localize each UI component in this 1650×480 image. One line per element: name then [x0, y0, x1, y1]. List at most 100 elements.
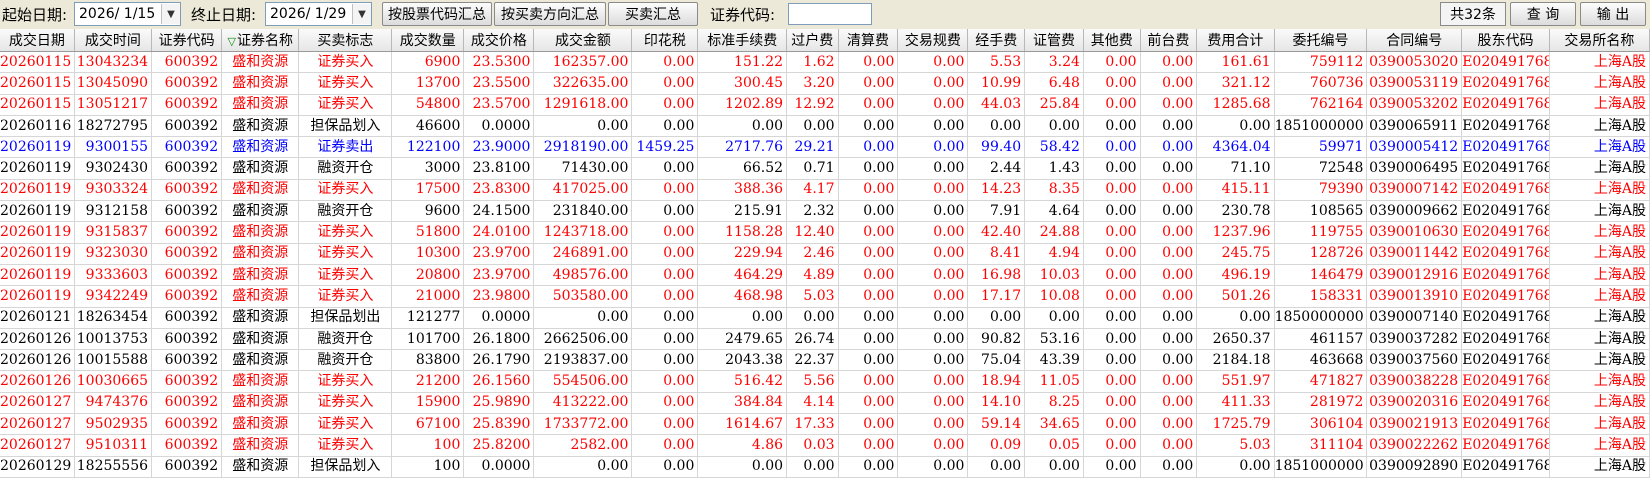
table-cell: 0390006495 — [1366, 157, 1463, 180]
table-row[interactable]: 20260129 18255556 600392 盛和资源 担保品划入 100 0.0000… — [0, 456, 1650, 478]
security-code-input[interactable] — [788, 3, 872, 25]
column-header[interactable]: 成交数量 — [391, 29, 465, 52]
table-row[interactable]: 20260119 9302430 600392 盛和资源 融资开仓 3000 23.8100… — [0, 157, 1650, 180]
table-cell: 417025.00 — [533, 179, 633, 202]
column-header[interactable]: 证管费 — [1024, 29, 1084, 52]
trade-summary-button[interactable]: 买卖汇总 — [608, 2, 698, 26]
table-cell: E020491768 — [1461, 94, 1550, 116]
table-row[interactable]: 20260119 9315837 600392 盛和资源 证券买入 51800 24.010… — [0, 221, 1650, 244]
table-row[interactable]: 20260127 9502935 600392 盛和资源 证券买入 67100 25.839… — [0, 413, 1650, 436]
table-cell: 2662506.00 — [533, 328, 633, 351]
table-cell: 101700 — [391, 328, 465, 351]
end-date-value[interactable]: 2026/ 1/29 — [266, 6, 352, 22]
summary-by-direction-button[interactable]: 按买卖方向汇总 — [494, 2, 606, 26]
table-row[interactable]: 20260119 9342249 600392 盛和资源 证券买入 21000 23.980… — [0, 285, 1650, 308]
table-cell: 证券买入 — [298, 243, 393, 265]
table-row[interactable]: 20260115 13051217 600392 盛和资源 证券买入 54800 23.57… — [0, 94, 1650, 116]
column-header[interactable]: 成交金额 — [533, 29, 633, 52]
column-header[interactable]: 费用合计 — [1196, 29, 1275, 52]
column-header[interactable]: 成交日期 — [0, 29, 75, 52]
table-cell: 3.20 — [786, 72, 839, 95]
column-header[interactable]: 成交时间 — [74, 29, 153, 52]
table-cell: 0.00 — [1140, 434, 1198, 457]
table-cell: 0.00 — [967, 307, 1026, 329]
column-header[interactable]: 其他费 — [1083, 29, 1141, 52]
table-cell: 盛和资源 — [221, 413, 300, 436]
column-header[interactable]: 合同编号 — [1366, 29, 1463, 52]
table-cell: 322635.00 — [533, 72, 633, 95]
table-row[interactable]: 20260115 13043234 600392 盛和资源 证券买入 6900 23.530… — [0, 51, 1650, 74]
table-cell: 上海A股 — [1549, 94, 1650, 116]
table-row[interactable]: 20260116 18272795 600392 盛和资源 担保品划入 46600 0.00… — [0, 115, 1650, 138]
table-cell: 0.00 — [897, 285, 969, 308]
table-row[interactable]: 20260119 9333603 600392 盛和资源 证券买入 20800 23.970… — [0, 264, 1650, 287]
table-cell: 0.00 — [1083, 72, 1141, 95]
column-header[interactable]: 过户费 — [786, 29, 839, 52]
column-header[interactable]: 成交价格 — [463, 29, 535, 52]
trade-grid[interactable]: 成交日期 成交时间 证券代码 ▽证券名称 买卖标志 成交数量 成交价格 成交金额 印花税 标准手续… — [0, 29, 1650, 480]
table-row[interactable]: 20260127 9474376 600392 盛和资源 证券买入 15900 25.989… — [0, 392, 1650, 415]
table-cell: 0.00 — [897, 307, 969, 329]
column-header[interactable]: 经手费 — [967, 29, 1026, 52]
end-date-picker[interactable]: 2026/ 1/29 ▼ — [265, 2, 372, 26]
table-row[interactable]: 20260115 13045090 600392 盛和资源 证券买入 13700 23.55… — [0, 72, 1650, 95]
table-cell: 0.00 — [897, 157, 969, 180]
table-cell: 0.00 — [838, 285, 899, 308]
column-header[interactable]: 买卖标志 — [298, 29, 393, 52]
table-cell: 0.00 — [897, 413, 969, 436]
table-cell: E020491768 — [1461, 51, 1550, 74]
table-cell: 上海A股 — [1549, 264, 1650, 287]
table-cell: 83800 — [391, 349, 465, 372]
column-header[interactable]: 证券代码 — [151, 29, 223, 52]
table-cell: 9315837 — [74, 221, 153, 244]
column-header[interactable]: 股东代码 — [1461, 29, 1550, 52]
column-header[interactable]: 印花税 — [631, 29, 699, 52]
column-header-label: 经手费 — [975, 33, 1018, 49]
table-cell: 26.1790 — [463, 349, 535, 372]
table-cell: 上海A股 — [1549, 413, 1650, 436]
table-cell: 20260119 — [0, 285, 75, 308]
table-cell: 4.17 — [786, 179, 839, 202]
table-row[interactable]: 20260119 9323030 600392 盛和资源 证券买入 10300 23.970… — [0, 243, 1650, 265]
table-cell: 上海A股 — [1549, 115, 1650, 138]
start-date-picker[interactable]: 2026/ 1/15 ▼ — [74, 2, 181, 26]
table-cell: 2650.37 — [1196, 328, 1275, 351]
column-header[interactable]: 委托编号 — [1274, 29, 1368, 52]
table-row[interactable]: 20260126 10015588 600392 盛和资源 融资开仓 83800 26.17… — [0, 349, 1650, 372]
table-row[interactable]: 20260127 9510311 600392 盛和资源 证券买入 100 25.8200 2… — [0, 434, 1650, 457]
table-cell: 0.00 — [1083, 200, 1141, 223]
export-button[interactable]: 输 出 — [1580, 2, 1646, 26]
table-cell: 0390007142 — [1366, 179, 1463, 202]
chevron-down-icon[interactable]: ▼ — [352, 4, 371, 24]
table-cell: 0.09 — [967, 434, 1026, 457]
table-cell: 2582.00 — [533, 434, 633, 457]
table-row[interactable]: 20260119 9303324 600392 盛和资源 证券买入 17500 23.830… — [0, 179, 1650, 202]
column-header[interactable]: 清算费 — [838, 29, 899, 52]
table-cell: 600392 — [151, 115, 223, 138]
table-cell: 0.00 — [1024, 115, 1084, 138]
table-cell: 600392 — [151, 349, 223, 372]
column-header[interactable]: 前台费 — [1140, 29, 1198, 52]
table-row[interactable]: 20260126 10030665 600392 盛和资源 证券买入 21200 26.15… — [0, 370, 1650, 393]
table-cell: 20260115 — [0, 72, 75, 95]
table-cell: 1614.67 — [697, 413, 788, 436]
table-row[interactable]: 20260119 9312158 600392 盛和资源 融资开仓 9600 24.1500… — [0, 200, 1650, 223]
table-row[interactable]: 20260126 10013753 600392 盛和资源 融资开仓 101700 26.1… — [0, 328, 1650, 351]
column-header-label: 标准手续费 — [707, 33, 778, 49]
query-button[interactable]: 查 询 — [1510, 2, 1576, 26]
table-row[interactable]: 20260119 9300155 600392 盛和资源 证券卖出 122100 23.90… — [0, 136, 1650, 159]
table-cell: 融资开仓 — [298, 200, 393, 223]
table-cell: 证券买入 — [298, 264, 393, 287]
table-cell: 0.00 — [967, 115, 1026, 138]
column-header[interactable]: 交易规费 — [897, 29, 969, 52]
column-header[interactable]: 标准手续费 — [697, 29, 788, 52]
chevron-down-icon[interactable]: ▼ — [161, 4, 180, 24]
start-date-value[interactable]: 2026/ 1/15 — [75, 6, 161, 22]
table-row[interactable]: 20260121 18263454 600392 盛和资源 担保品划出 121277 0.0… — [0, 307, 1650, 329]
table-cell: 10300 — [391, 243, 465, 265]
column-header[interactable]: ▽证券名称 — [221, 29, 300, 52]
table-cell: 0.00 — [1196, 307, 1275, 329]
column-header[interactable]: 交易所名称 — [1549, 29, 1650, 52]
summary-by-code-button[interactable]: 按股票代码汇总 — [382, 2, 492, 26]
table-cell: 2717.76 — [697, 136, 788, 159]
